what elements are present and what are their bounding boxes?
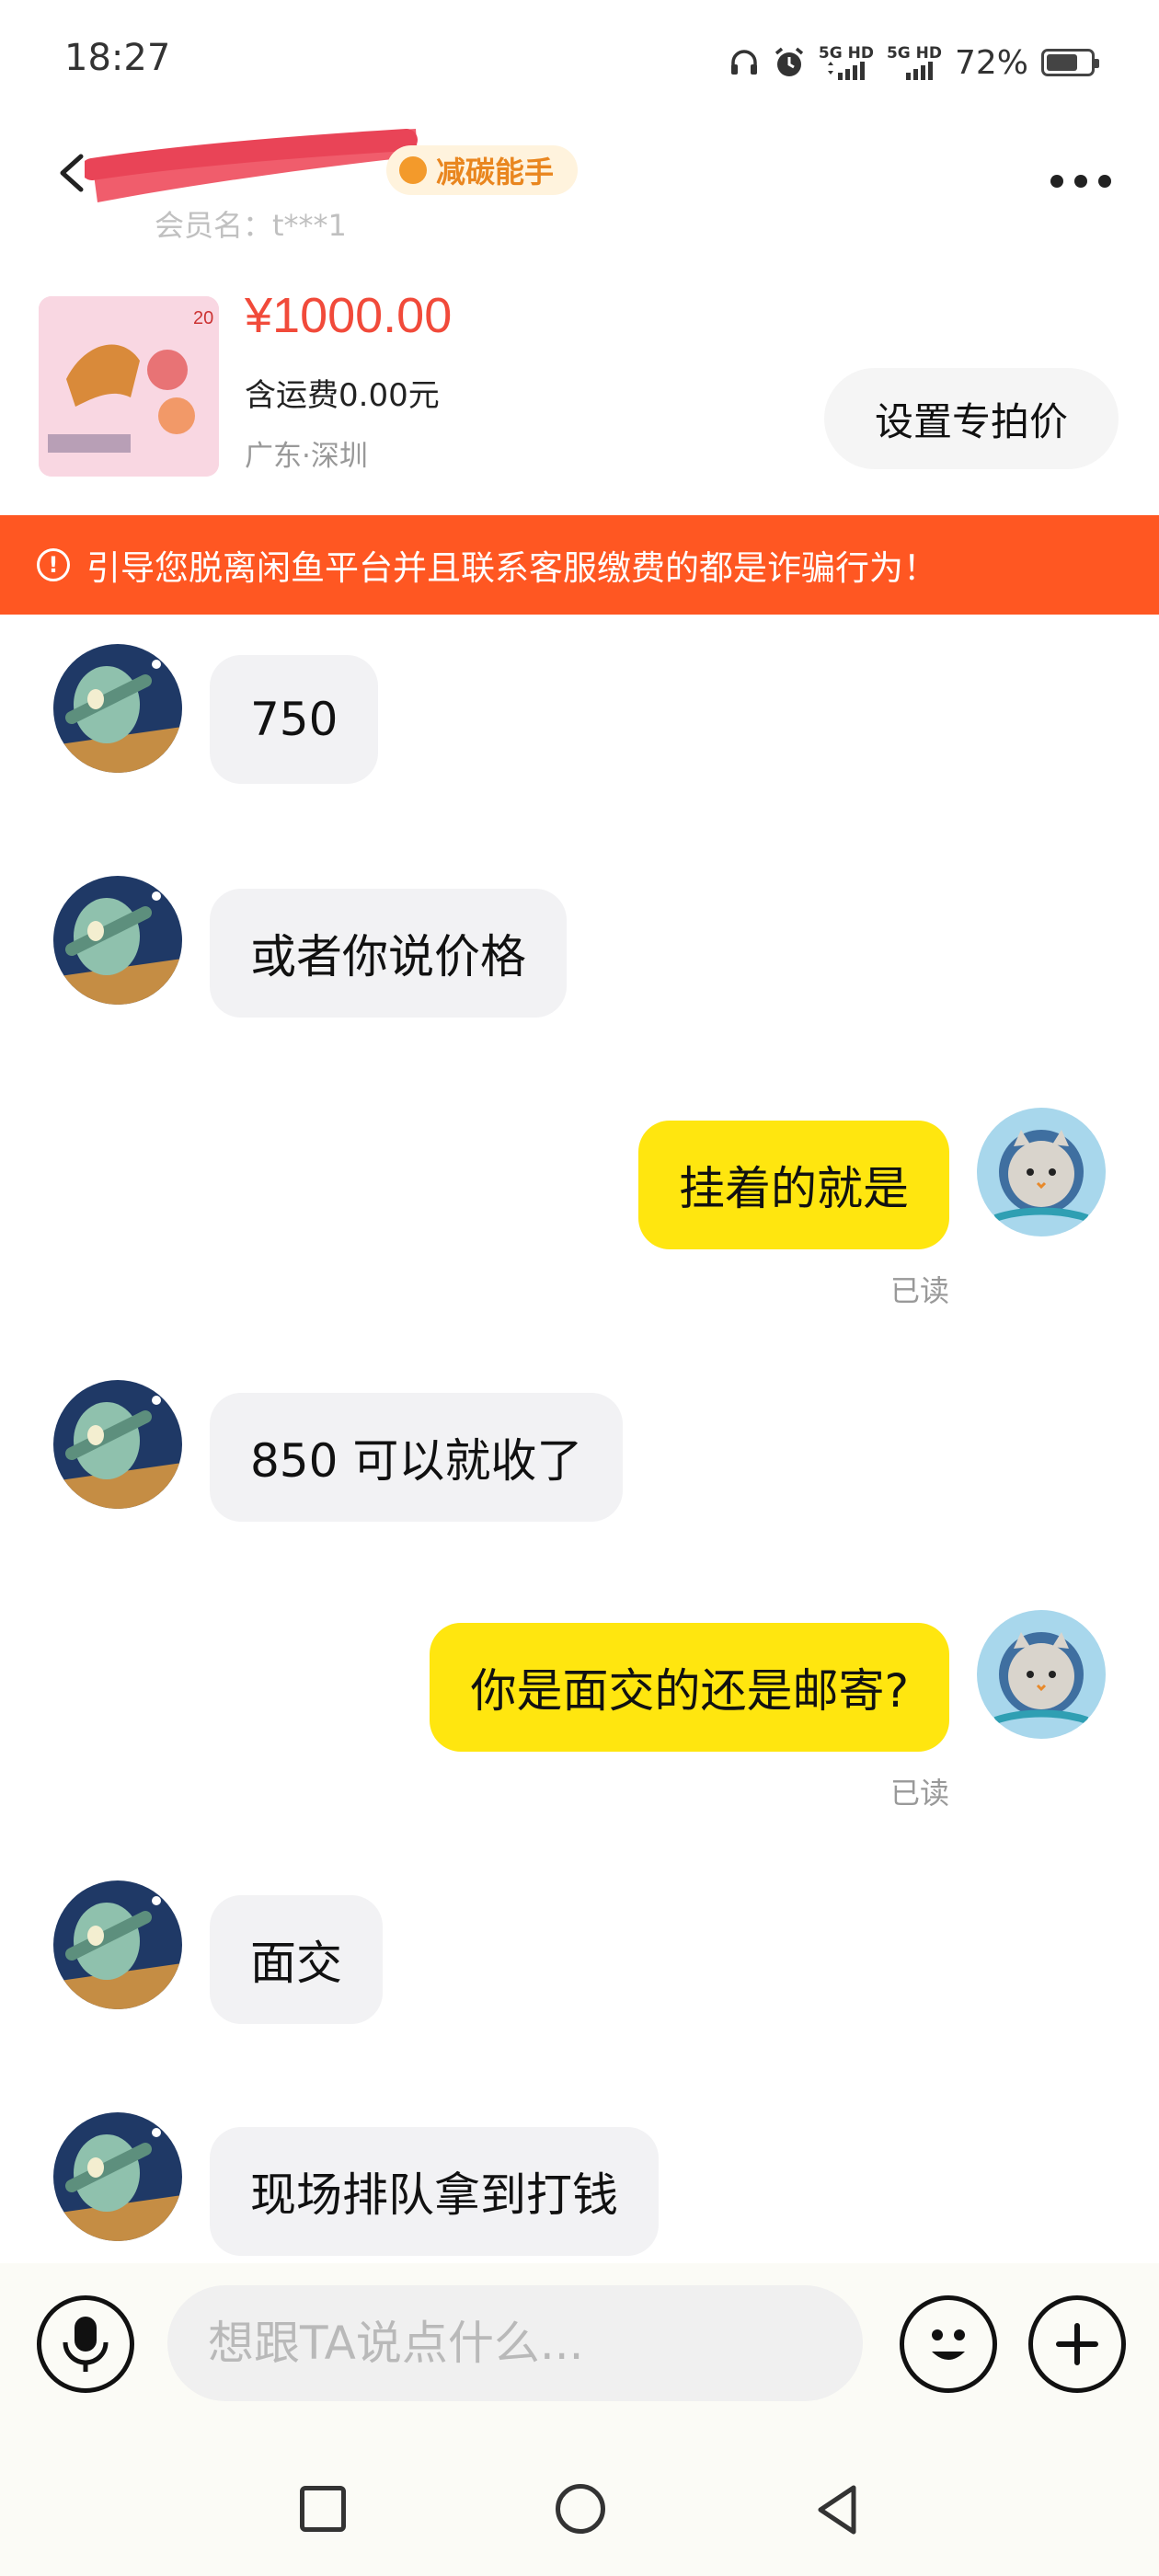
eco-badge: 减碳能手 xyxy=(386,145,579,195)
seller-location: 广东·深圳 xyxy=(245,440,368,473)
headphones-icon xyxy=(730,50,757,75)
message-bubble[interactable]: 850 可以就收了 xyxy=(210,1393,624,1522)
signal-1: 5G HD xyxy=(819,45,874,80)
microphone-icon[interactable] xyxy=(37,2295,134,2393)
status-time: 18:27 xyxy=(64,37,171,79)
svg-text:20: 20 xyxy=(193,308,213,328)
message-bubble[interactable]: 或者你说价格 xyxy=(210,889,567,1018)
message-input[interactable] xyxy=(167,2285,863,2401)
seller-avatar[interactable] xyxy=(53,1880,182,2009)
status-icons: 5G HD 5G HD 72% xyxy=(729,37,1099,88)
message-bubble[interactable]: 现场排队拿到打钱 xyxy=(210,2127,659,2256)
more-dots-icon[interactable] xyxy=(1050,175,1111,188)
battery-fill xyxy=(1047,54,1077,71)
emoji-icon[interactable] xyxy=(900,2295,997,2393)
signal-bars-icon xyxy=(905,62,933,80)
warning-text: 引导您脱离闲鱼平台并且联系客服缴费的都是诈骗行为！ xyxy=(86,548,937,588)
read-status: 已读 xyxy=(889,1273,949,1308)
fraud-warning-banner: ! 引导您脱离闲鱼平台并且联系客服缴费的都是诈骗行为！ xyxy=(0,515,1159,615)
leaf-icon xyxy=(399,156,427,184)
signal-2: 5G HD xyxy=(887,45,942,80)
eco-badge-label: 减碳能手 xyxy=(436,155,555,190)
message-bubble[interactable]: 你是面交的还是邮寄? xyxy=(430,1623,949,1752)
message-bubble[interactable]: 750 xyxy=(210,655,379,784)
alarm-icon xyxy=(775,47,804,76)
product-price: ¥1000.00 xyxy=(245,288,453,343)
message-bubble[interactable]: 挂着的就是 xyxy=(638,1121,949,1249)
signal-2-label: 5G HD xyxy=(886,44,942,63)
warning-icon: ! xyxy=(37,548,70,581)
product-thumbnail[interactable]: 20 xyxy=(39,296,219,477)
battery-icon xyxy=(1041,49,1099,76)
triangle-back-icon[interactable] xyxy=(813,2482,863,2537)
plus-icon[interactable] xyxy=(1028,2295,1126,2393)
read-status: 已读 xyxy=(889,1776,949,1811)
signal-1-label: 5G HD xyxy=(818,44,874,63)
message-bubble[interactable]: 面交 xyxy=(210,1895,383,2024)
seller-avatar[interactable] xyxy=(53,644,182,773)
my-avatar[interactable] xyxy=(977,1610,1106,1739)
seller-avatar[interactable] xyxy=(53,1380,182,1509)
my-avatar[interactable] xyxy=(977,1108,1106,1236)
seller-avatar[interactable] xyxy=(53,2112,182,2241)
set-special-price-button[interactable]: 设置专拍价 xyxy=(824,368,1119,469)
member-name: 会员名：t***1 xyxy=(155,208,347,243)
shipping-info: 含运费0.00元 xyxy=(245,377,440,414)
battery-percent: 72% xyxy=(954,43,1028,82)
signal-bars-icon xyxy=(827,62,865,80)
square-icon[interactable] xyxy=(300,2486,346,2532)
circle-icon[interactable] xyxy=(556,2484,605,2534)
seller-avatar[interactable] xyxy=(53,876,182,1005)
redacted-username xyxy=(85,129,418,202)
